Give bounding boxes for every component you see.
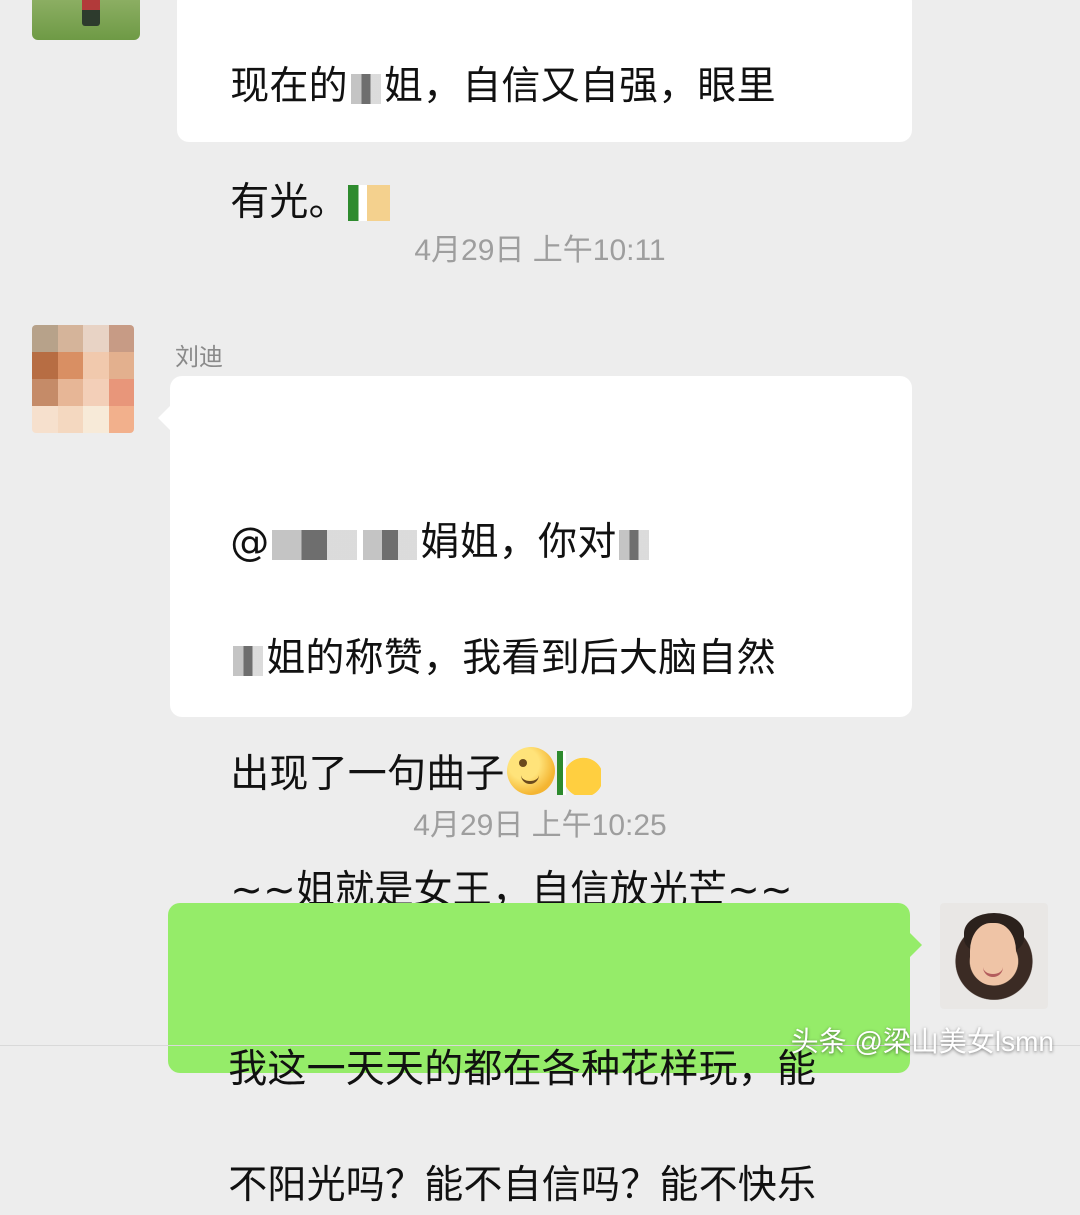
- avatar-pixel: [108, 325, 134, 352]
- avatar-pixel: [83, 379, 109, 406]
- message-line-1: 我这一天天的都在各种花样玩，能: [228, 1047, 817, 1092]
- self-avatar[interactable]: [940, 903, 1048, 1009]
- avatar-pixel: [83, 325, 109, 352]
- redacted-mosaic: [272, 529, 358, 560]
- sender-name: 刘迪: [175, 343, 223, 371]
- avatar-pixel: [108, 406, 134, 433]
- redacted-mosaic: [233, 645, 264, 676]
- message-line-2: 不阳光吗？能不自信吗？能不快乐: [228, 1163, 817, 1208]
- avatar-pixel: [57, 352, 83, 379]
- avatar-pixel: [32, 352, 58, 379]
- avatar-pixel: [57, 379, 83, 406]
- message-line-1: @ 娟姐，你对: [230, 520, 652, 565]
- thumbs-up-icon: [556, 751, 601, 795]
- redacted-mosaic: [350, 73, 381, 104]
- avatar-pixel: [32, 325, 58, 352]
- redacted-mosaic: [619, 529, 650, 560]
- message-text-line-2: 有光。: [230, 180, 348, 225]
- message-line-3: 出现了一句曲子: [230, 747, 601, 797]
- avatar-pixel: [108, 352, 134, 379]
- incoming-message-1[interactable]: 现在的 姐，自信又自强，眼里 有光。: [177, 0, 912, 225]
- avatar-pixel: [57, 325, 83, 352]
- message-line-2: 姐的称赞，我看到后大脑自然: [230, 636, 776, 681]
- avatar-pixel: [83, 352, 109, 379]
- avatar-figure: [82, 0, 100, 26]
- bubble-tail: [158, 406, 170, 430]
- redacted-mosaic: [363, 529, 418, 560]
- bubble-tail: [910, 933, 922, 957]
- avatar-pixel: [83, 406, 109, 433]
- incoming-message-2[interactable]: @ 娟姐，你对 姐的称赞，我看到后大脑自然 出现了一句曲子 ~~姐就是女王，自信放…: [158, 376, 912, 1027]
- message-text: 现在的 姐，自信又自强，眼里: [230, 64, 776, 109]
- avatar-pixel: [57, 406, 83, 433]
- smiling-face-icon: [506, 747, 555, 795]
- contact-avatar-top[interactable]: [32, 0, 140, 40]
- avatar-pixel: [32, 406, 58, 433]
- contact-avatar-mid[interactable]: [32, 325, 134, 433]
- source-watermark: 头条 @梁山美女lsmn: [790, 1026, 1054, 1057]
- timestamp-1: 4月29日 上午10:11: [414, 234, 666, 267]
- sticker-icon: [347, 185, 390, 221]
- avatar-pixel: [108, 379, 134, 406]
- avatar-pixel: [32, 379, 58, 406]
- timestamp-2: 4月29日 上午10:25: [413, 809, 667, 842]
